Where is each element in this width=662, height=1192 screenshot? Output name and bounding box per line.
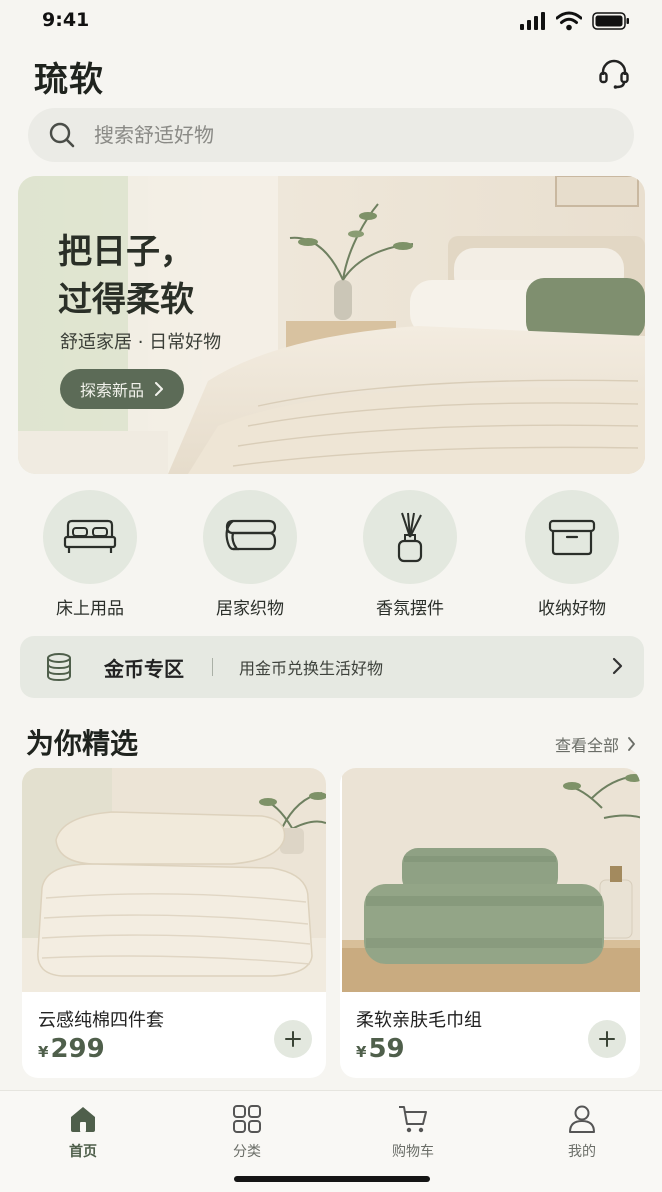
grid-icon <box>233 1105 261 1133</box>
hero-banner[interactable]: 把日子， 过得柔软 舒适家居 · 日常好物 探索新品 <box>18 176 645 474</box>
tab-label: 购物车 <box>392 1144 434 1160</box>
category-storage[interactable]: 收纳好物 <box>502 490 642 619</box>
bedroom-illustration <box>18 176 645 474</box>
folded-fabric-icon <box>225 519 277 551</box>
category-icon-circle <box>363 490 457 584</box>
product-price: ¥ 299 <box>38 1034 105 1064</box>
product-name: 云感纯棉四件套 <box>38 1010 164 1031</box>
headset-icon <box>599 59 629 89</box>
category-icon-circle <box>203 490 297 584</box>
section-title: 为你精选 <box>26 727 139 760</box>
currency-symbol: ¥ <box>38 1043 49 1061</box>
product-card[interactable]: 云感纯棉四件套 ¥ 299 <box>22 768 326 1078</box>
price-value: 59 <box>368 1034 405 1064</box>
product-price: ¥ 59 <box>356 1034 405 1064</box>
category-icon-circle <box>525 490 619 584</box>
coin-zone-title: 金币专区 <box>104 656 184 681</box>
currency-symbol: ¥ <box>356 1043 367 1061</box>
view-all-link[interactable]: 查看全部 <box>555 732 636 756</box>
hero-title: 把日子， 过得柔软 <box>58 232 194 320</box>
explore-new-button[interactable]: 探索新品 <box>60 369 185 409</box>
product-card[interactable]: 柔软亲肤毛巾组 ¥ 59 <box>340 768 640 1078</box>
coin-stack-icon <box>47 653 71 682</box>
category-home-textiles[interactable]: 居家织物 <box>180 490 320 619</box>
add-to-cart-button[interactable] <box>274 1020 312 1058</box>
coin-zone-description: 用金币兑换生活好物 <box>239 659 384 678</box>
chevron-right-icon <box>628 737 635 751</box>
category-label: 床上用品 <box>56 599 124 619</box>
home-icon <box>71 1107 95 1132</box>
category-row: 床上用品 居家织物 香氛摆件 收纳好物 <box>0 490 662 619</box>
user-icon <box>569 1105 595 1133</box>
category-bedding[interactable]: 床上用品 <box>20 490 160 619</box>
product-name: 柔软亲肤毛巾组 <box>356 1010 482 1031</box>
hero-subtitle: 舒适家居 · 日常好物 <box>60 332 222 353</box>
tab-label: 分类 <box>233 1144 261 1160</box>
price-value: 299 <box>50 1034 105 1064</box>
cellular-signal-icon <box>520 12 545 30</box>
tab-category[interactable]: 分类 <box>197 1103 297 1161</box>
search-bar[interactable] <box>28 108 634 162</box>
coin-zone-banner[interactable]: 金币专区 用金币兑换生活好物 <box>20 636 644 698</box>
category-label: 居家织物 <box>216 599 284 619</box>
tab-label: 首页 <box>69 1144 97 1160</box>
diffuser-icon <box>397 512 423 563</box>
home-indicator <box>234 1176 430 1182</box>
storage-box-icon <box>548 519 596 556</box>
category-label: 收纳好物 <box>538 599 606 619</box>
product-image-duvet <box>22 768 326 992</box>
status-icons <box>520 11 630 31</box>
category-icon-circle <box>43 490 137 584</box>
plus-icon <box>285 1031 301 1047</box>
product-image-towels <box>342 768 640 992</box>
customer-service-button[interactable] <box>596 56 632 92</box>
tab-label: 我的 <box>568 1144 596 1160</box>
wifi-icon <box>556 11 582 31</box>
cart-icon <box>399 1106 427 1133</box>
tab-profile[interactable]: 我的 <box>532 1103 632 1161</box>
divider <box>212 658 213 676</box>
category-fragrance-decor[interactable]: 香氛摆件 <box>340 490 480 619</box>
category-label: 香氛摆件 <box>376 599 444 619</box>
battery-icon <box>592 12 629 30</box>
search-icon <box>49 122 75 148</box>
app-title: 琉软 <box>34 60 104 100</box>
bed-icon <box>63 519 117 553</box>
tab-cart[interactable]: 购物车 <box>363 1103 463 1161</box>
app-root: 9:41 琉软 搜索舒适好物 把日子， 过得柔软 舒适家居 · 日常好物 探索新… <box>0 0 662 1192</box>
add-to-cart-button[interactable] <box>588 1020 626 1058</box>
view-all-label: 查看全部 <box>554 736 619 755</box>
chevron-right-icon <box>612 657 623 675</box>
tab-home[interactable]: 首页 <box>33 1103 133 1161</box>
chevron-right-icon <box>155 382 164 396</box>
status-bar: 9:41 <box>0 0 662 40</box>
status-time: 9:41 <box>42 9 90 31</box>
explore-new-label: 探索新品 <box>80 381 145 400</box>
search-input[interactable] <box>94 123 574 147</box>
plus-icon <box>599 1031 615 1047</box>
